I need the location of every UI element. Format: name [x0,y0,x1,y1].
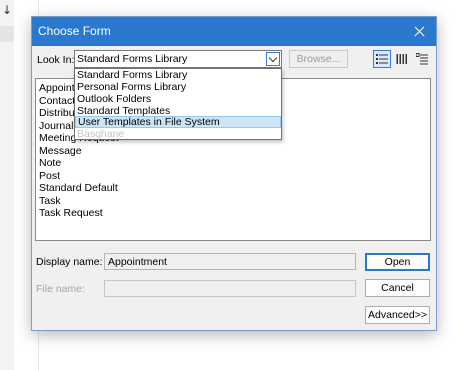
details-view-button[interactable] [373,50,391,68]
dropdown-option[interactable]: Basqhane [75,128,281,140]
dialog-title: Choose Form [38,24,111,38]
large-icons-view-icon [396,54,407,64]
chevron-down-icon[interactable] [266,52,280,66]
dropdown-option[interactable]: Outlook Folders [75,93,281,105]
look-in-label: Look In: [37,54,75,66]
list-item[interactable]: Standard Default [39,182,118,194]
browse-button[interactable]: Browse... [289,50,348,68]
look-in-value: Standard Forms Library [77,53,188,65]
look-in-dropdown-list[interactable]: Standard Forms Library Personal Forms Li… [74,68,282,140]
list-item[interactable]: Contact [39,95,75,107]
close-icon[interactable] [402,17,436,46]
dialog-titlebar: Choose Form [32,17,436,46]
advanced-button[interactable]: Advanced>> [365,306,430,324]
down-arrow-icon: ↓ [2,3,13,17]
list-item[interactable]: Note [39,157,61,169]
file-name-field [104,280,356,297]
display-name-value: Appointment [108,256,167,268]
list-item[interactable]: Task Request [39,207,103,219]
list-item[interactable]: Post [39,170,60,182]
details-view-icon [376,54,388,64]
choose-form-dialog: Choose Form Look In: Standard Forms Libr… [31,16,437,331]
display-name-field[interactable]: Appointment [104,253,356,270]
large-icons-view-button[interactable] [393,50,411,68]
dropdown-option-selected[interactable]: User Templates in File System [75,116,281,128]
dropdown-option[interactable]: Standard Forms Library [75,69,281,81]
list-view-button[interactable] [413,50,431,68]
background-selected-row [0,26,14,42]
dropdown-option[interactable]: Personal Forms Library [75,81,281,93]
display-name-label: Display name: [36,256,103,268]
file-name-label: File name: [36,283,86,295]
list-item[interactable]: Message [39,145,82,157]
background-sidebar: ↓ [0,0,14,370]
open-button[interactable]: Open [365,253,430,271]
cancel-button[interactable]: Cancel [365,279,430,297]
look-in-combobox[interactable]: Standard Forms Library [74,50,282,68]
list-view-icon [416,53,428,65]
list-item[interactable]: Task [39,195,61,207]
